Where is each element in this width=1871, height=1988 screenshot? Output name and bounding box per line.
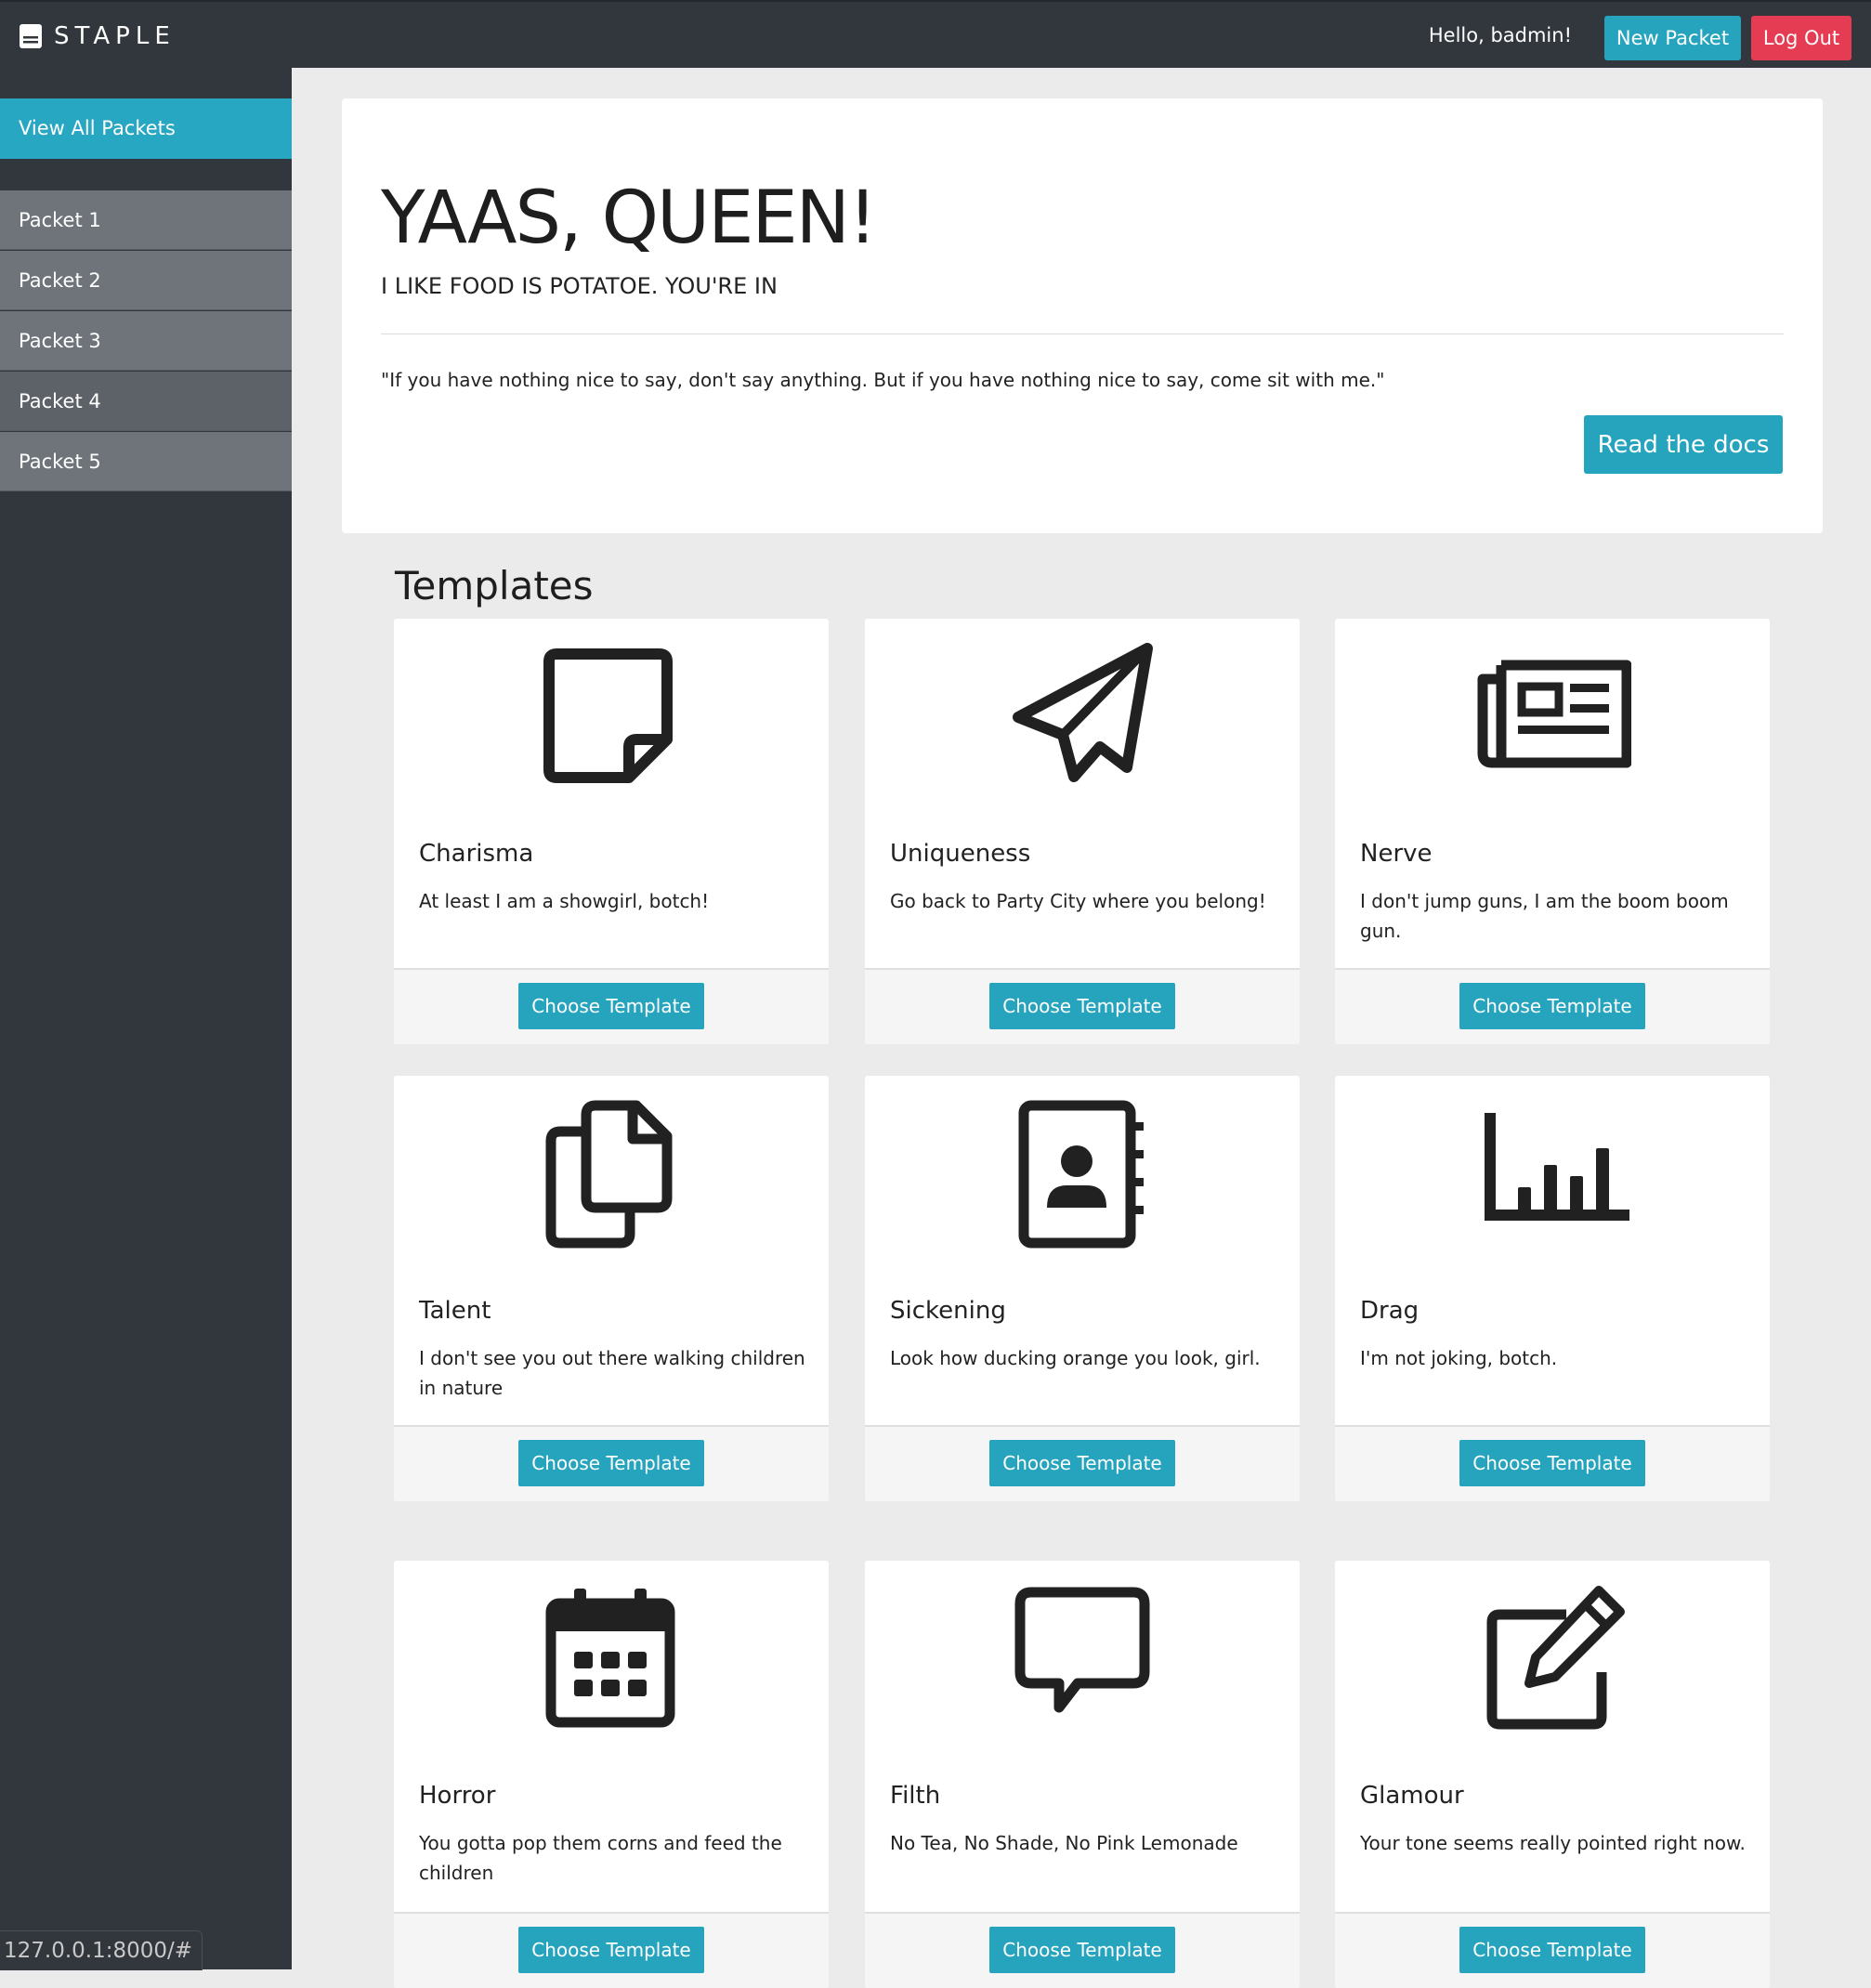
newspaper-icon: [1477, 660, 1631, 768]
sidebar-item-packet-3[interactable]: Packet 3: [0, 311, 292, 371]
copy-files-icon: [545, 1100, 673, 1249]
read-the-docs-button[interactable]: Read the docs: [1584, 415, 1783, 474]
hero-quote: "If you have nothing nice to say, don't …: [381, 369, 1385, 391]
template-description: Look how ducking orange you look, girl.: [890, 1347, 1261, 1369]
template-description: I don't jump guns, I am the boom boom gu…: [1360, 890, 1729, 942]
template-title: Filth: [890, 1782, 941, 1810]
hero-title: YAAS, QUEEN!: [381, 177, 877, 260]
sidebar-item-packet-2[interactable]: Packet 2: [0, 251, 292, 310]
template-title: Glamour: [1360, 1782, 1464, 1810]
template-title: Nerve: [1360, 840, 1433, 868]
address-book-icon: [1018, 1100, 1144, 1249]
sidebar-item-view-all-packets[interactable]: View All Packets: [0, 98, 292, 159]
document-icon: [20, 24, 42, 48]
choose-template-button[interactable]: Choose Template: [518, 1440, 704, 1486]
template-title: Horror: [419, 1782, 496, 1810]
brand-logo[interactable]: STAPLE: [19, 22, 176, 50]
sidebar: View All Packets Packet 1 Packet 2 Packe…: [0, 68, 292, 1969]
template-card-sickening: Sickening Look how ducking orange you lo…: [865, 1076, 1300, 1501]
template-description: No Tea, No Shade, No Pink Lemonade: [890, 1832, 1238, 1854]
sidebar-item-packet-4[interactable]: Packet 4: [0, 372, 292, 431]
user-greeting: Hello, badmin!: [1428, 24, 1572, 46]
template-card-uniqueness: Uniqueness Go back to Party City where y…: [865, 619, 1300, 1044]
template-title: Drag: [1360, 1297, 1420, 1325]
hero-jumbotron: YAAS, QUEEN! I LIKE FOOD IS POTATOE. YOU…: [342, 98, 1823, 533]
calendar-icon: [545, 1589, 675, 1728]
template-card-horror: Horror You gotta pop them corns and feed…: [394, 1561, 829, 1988]
template-card-filth: Filth No Tea, No Shade, No Pink Lemonade…: [865, 1561, 1300, 1988]
template-description: I don't see you out there walking childr…: [419, 1347, 805, 1399]
template-description: I'm not joking, botch.: [1360, 1347, 1558, 1369]
template-card-drag: Drag I'm not joking, botch. Choose Templ…: [1335, 1076, 1770, 1501]
choose-template-button[interactable]: Choose Template: [518, 983, 704, 1029]
speech-bubble-icon: [1014, 1587, 1150, 1713]
choose-template-button[interactable]: Choose Template: [989, 983, 1175, 1029]
template-card-glamour: Glamour Your tone seems really pointed r…: [1335, 1561, 1770, 1988]
choose-template-button[interactable]: Choose Template: [1459, 983, 1645, 1029]
template-title: Talent: [419, 1297, 491, 1325]
template-description: Your tone seems really pointed right now…: [1360, 1832, 1746, 1854]
choose-template-button[interactable]: Choose Template: [518, 1927, 704, 1973]
choose-template-button[interactable]: Choose Template: [1459, 1927, 1645, 1973]
brand-name: STAPLE: [54, 22, 176, 50]
status-bar-url: 127.0.0.1:8000/#: [0, 1930, 203, 1970]
new-packet-button[interactable]: New Packet: [1604, 16, 1741, 60]
choose-template-button[interactable]: Choose Template: [989, 1440, 1175, 1486]
template-card-nerve: Nerve I don't jump guns, I am the boom b…: [1335, 619, 1770, 1044]
template-card-talent: Talent I don't see you out there walking…: [394, 1076, 829, 1501]
log-out-button[interactable]: Log Out: [1751, 16, 1851, 60]
top-navbar: STAPLE Hello, badmin! New Packet Log Out: [0, 0, 1871, 68]
sidebar-item-packet-5[interactable]: Packet 5: [0, 432, 292, 491]
hero-subtitle: I LIKE FOOD IS POTATOE. YOU'RE IN: [381, 273, 778, 299]
template-card-charisma: Charisma At least I am a showgirl, botch…: [394, 619, 829, 1044]
template-title: Charisma: [419, 840, 534, 868]
template-description: At least I am a showgirl, botch!: [419, 890, 710, 912]
template-title: Uniqueness: [890, 840, 1031, 868]
sticky-note-icon: [543, 648, 673, 783]
templates-heading: Templates: [395, 563, 594, 608]
sidebar-item-packet-1[interactable]: Packet 1: [0, 190, 292, 250]
edit-pencil-icon: [1486, 1586, 1625, 1730]
template-title: Sickening: [890, 1297, 1006, 1325]
paper-plane-icon: [1013, 643, 1153, 782]
template-description: You gotta pop them corns and feed the ch…: [419, 1832, 782, 1884]
choose-template-button[interactable]: Choose Template: [1459, 1440, 1645, 1486]
bar-chart-icon: [1485, 1113, 1629, 1221]
template-description: Go back to Party City where you belong!: [890, 890, 1266, 912]
choose-template-button[interactable]: Choose Template: [989, 1927, 1175, 1973]
